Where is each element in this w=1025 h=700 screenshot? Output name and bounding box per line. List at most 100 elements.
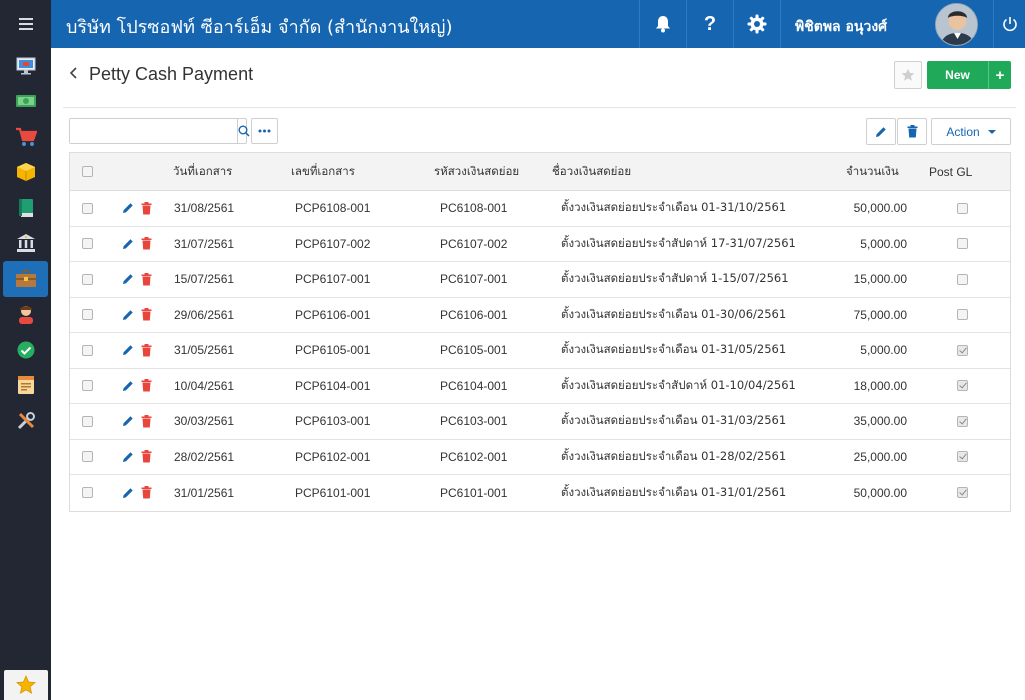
row-edit-button[interactable] xyxy=(122,404,134,439)
header-divider xyxy=(63,107,1016,108)
back-chevron-icon[interactable] xyxy=(69,64,79,85)
col-header-doc-no[interactable]: เลขที่เอกสาร xyxy=(291,153,355,190)
row-delete-button[interactable] xyxy=(141,475,152,511)
caret-down-icon xyxy=(987,129,996,134)
row-delete-button[interactable] xyxy=(141,262,152,297)
cell-name: ตั้งวงเงินสดย่อยประจำเดือน 01-30/06/2561 xyxy=(561,306,787,321)
sidebar-item-petty-cash[interactable] xyxy=(3,261,48,297)
cell-date: 15/07/2561 xyxy=(174,272,235,287)
row-delete-button[interactable] xyxy=(141,227,152,262)
row-edit-button[interactable] xyxy=(122,262,134,297)
table-row[interactable]: 10/04/2561 PCP6104-001 PC6104-001 ตั้งวง… xyxy=(70,369,1010,404)
person-icon xyxy=(18,306,33,325)
cell-post-gl xyxy=(957,191,968,226)
row-delete-button[interactable] xyxy=(141,404,152,439)
row-edit-button[interactable] xyxy=(122,440,134,475)
add-favorite-button[interactable] xyxy=(894,61,922,89)
menu-toggle-button[interactable] xyxy=(0,0,51,48)
row-edit-button[interactable] xyxy=(122,369,134,404)
cell-doc-no: PCP6101-001 xyxy=(295,485,371,500)
sidebar-item-tools[interactable] xyxy=(0,403,51,439)
new-button-label[interactable]: New xyxy=(927,61,988,89)
sidebar-item-book[interactable] xyxy=(0,190,51,226)
delete-selected-button[interactable] xyxy=(897,118,927,145)
row-delete-button[interactable] xyxy=(141,191,152,226)
row-checkbox[interactable] xyxy=(82,451,93,463)
monitor-icon xyxy=(16,57,35,75)
col-header-code[interactable]: รหัสวงเงินสดย่อย xyxy=(434,153,519,190)
avatar[interactable] xyxy=(935,3,978,46)
select-all-checkbox-cell[interactable] xyxy=(82,153,93,190)
row-delete-button[interactable] xyxy=(141,333,152,368)
sidebar-item-approve[interactable] xyxy=(0,332,51,368)
table-row[interactable]: 15/07/2561 PCP6107-001 PC6107-001 ตั้งวง… xyxy=(70,262,1010,298)
more-options-button[interactable] xyxy=(251,118,278,144)
cell-name: ตั้งวงเงินสดย่อยประจำเดือน 01-31/10/2561 xyxy=(561,200,787,215)
row-checkbox[interactable] xyxy=(82,380,93,392)
cell-doc-no: PCP6107-001 xyxy=(295,272,371,287)
action-dropdown[interactable]: Action xyxy=(931,118,1011,145)
sidebar-item-person[interactable] xyxy=(0,297,51,333)
sidebar-item-bank[interactable] xyxy=(0,226,51,262)
row-edit-button[interactable] xyxy=(122,333,134,368)
select-all-checkbox[interactable] xyxy=(82,166,93,177)
post-gl-checkbox xyxy=(957,238,968,250)
row-checkbox[interactable] xyxy=(82,202,93,214)
user-name[interactable]: พิชิตพล อนุวงศ์ xyxy=(795,16,887,38)
sidebar-item-document[interactable] xyxy=(0,368,51,404)
row-delete-button[interactable] xyxy=(141,369,152,404)
cell-post-gl xyxy=(957,227,968,262)
table-row[interactable]: 31/08/2561 PCP6108-001 PC6108-001 ตั้งวง… xyxy=(70,191,1010,227)
search-input[interactable] xyxy=(70,119,237,143)
col-header-name[interactable]: ชื่อวงเงินสดย่อย xyxy=(552,153,631,190)
search-button[interactable] xyxy=(237,119,250,143)
row-checkbox[interactable] xyxy=(82,415,93,427)
tools-icon xyxy=(17,411,35,429)
sidebar-item-cart[interactable] xyxy=(0,119,51,155)
new-button[interactable]: New + xyxy=(927,61,1011,89)
post-gl-checkbox xyxy=(957,451,968,463)
table-row[interactable]: 31/05/2561 PCP6105-001 PC6105-001 ตั้งวง… xyxy=(70,333,1010,369)
row-delete-button[interactable] xyxy=(141,298,152,333)
row-checkbox[interactable] xyxy=(82,344,93,356)
settings-button[interactable] xyxy=(733,0,780,48)
new-dropdown-button[interactable]: + xyxy=(988,61,1011,89)
col-header-amount[interactable]: จำนวนเงิน xyxy=(846,153,899,190)
trash-icon xyxy=(141,237,152,250)
sidebar-item-monitor[interactable] xyxy=(0,48,51,84)
cell-name: ตั้งวงเงินสดย่อยประจำสัปดาห์ 01-10/04/25… xyxy=(561,377,796,392)
sidebar-item-cash[interactable] xyxy=(0,84,51,120)
table-row[interactable]: 30/03/2561 PCP6103-001 PC6103-001 ตั้งวง… xyxy=(70,404,1010,440)
help-button[interactable]: ? xyxy=(686,0,733,48)
trash-icon xyxy=(141,414,152,428)
row-checkbox[interactable] xyxy=(82,238,93,250)
table-row[interactable]: 31/07/2561 PCP6107-002 PC6107-002 ตั้งวง… xyxy=(70,227,1010,262)
check-circle-icon xyxy=(17,341,34,359)
cell-name: ตั้งวงเงินสดย่อยประจำสัปดาห์ 17-31/07/25… xyxy=(561,235,796,250)
cash-icon xyxy=(15,95,36,108)
notifications-button[interactable] xyxy=(639,0,686,48)
row-checkbox[interactable] xyxy=(82,309,93,321)
sidebar-item-box[interactable] xyxy=(0,155,51,191)
cell-code: PC6104-001 xyxy=(440,378,508,393)
cell-doc-no: PCP6108-001 xyxy=(295,201,371,216)
table-row[interactable]: 29/06/2561 PCP6106-001 PC6106-001 ตั้งวง… xyxy=(70,298,1010,333)
post-gl-checkbox xyxy=(957,344,968,356)
row-checkbox[interactable] xyxy=(82,487,93,499)
edit-selected-button[interactable] xyxy=(866,118,896,145)
table-header: วันที่เอกสาร เลขที่เอกสาร รหัสวงเงินสดย่… xyxy=(70,153,1010,191)
row-edit-button[interactable] xyxy=(122,191,134,226)
table-row[interactable]: 31/01/2561 PCP6101-001 PC6101-001 ตั้งวง… xyxy=(70,475,1010,511)
row-edit-button[interactable] xyxy=(122,298,134,333)
table-row[interactable]: 28/02/2561 PCP6102-001 PC6102-001 ตั้งวง… xyxy=(70,440,1010,475)
favorites-button[interactable] xyxy=(4,670,48,700)
logout-button[interactable] xyxy=(993,0,1025,48)
cell-name: ตั้งวงเงินสดย่อยประจำเดือน 01-31/05/2561 xyxy=(561,342,787,357)
row-checkbox[interactable] xyxy=(82,273,93,285)
row-edit-button[interactable] xyxy=(122,475,134,511)
row-delete-button[interactable] xyxy=(141,440,152,475)
col-header-date[interactable]: วันที่เอกสาร xyxy=(173,153,232,190)
row-edit-button[interactable] xyxy=(122,227,134,262)
col-header-post-gl[interactable]: Post GL xyxy=(929,153,972,190)
bell-icon xyxy=(656,16,670,33)
